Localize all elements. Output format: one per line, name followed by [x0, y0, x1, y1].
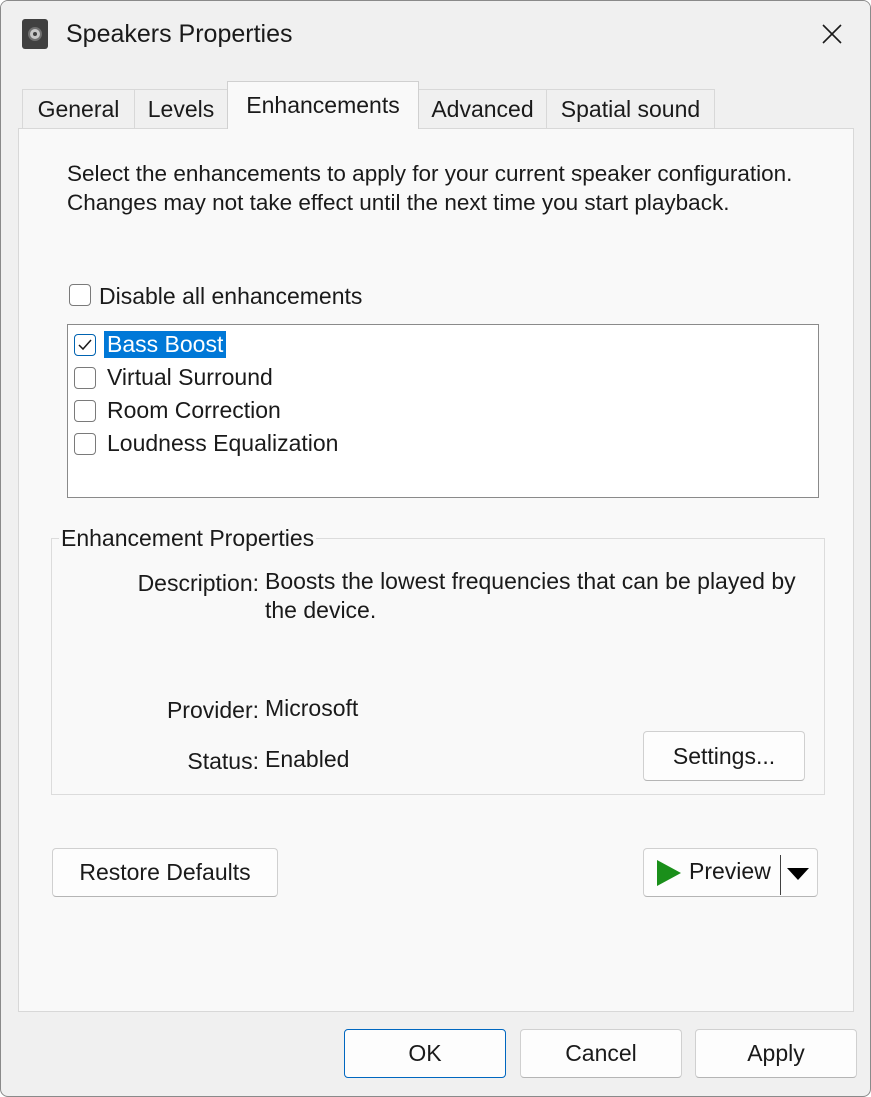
bass-boost-checkbox[interactable] [74, 334, 96, 356]
play-icon [657, 860, 681, 886]
cancel-button[interactable]: Cancel [520, 1029, 682, 1078]
apply-button[interactable]: Apply [695, 1029, 857, 1078]
list-item-loudness-equalization[interactable]: Loudness Equalization [72, 429, 812, 459]
tab-spatial-sound[interactable]: Spatial sound [546, 89, 715, 129]
window-title: Speakers Properties [66, 20, 293, 48]
speaker-icon [22, 19, 48, 49]
enhancements-panel: Select the enhancements to apply for you… [18, 128, 854, 1012]
group-title: Enhancement Properties [59, 525, 317, 552]
ok-button[interactable]: OK [344, 1029, 506, 1078]
tab-levels[interactable]: Levels [134, 89, 228, 129]
virtual-surround-label[interactable]: Virtual Surround [104, 364, 276, 391]
status-value: Enabled [265, 746, 350, 772]
provider-value: Microsoft [265, 695, 359, 721]
list-item-room-correction[interactable]: Room Correction [72, 396, 812, 426]
status-label: Status: [187, 748, 259, 774]
title-bar: Speakers Properties [1, 1, 870, 67]
loudness-equalization-checkbox[interactable] [74, 433, 96, 455]
list-item-bass-boost[interactable]: Bass Boost [72, 330, 812, 360]
tab-enhancements[interactable]: Enhancements [227, 81, 419, 129]
list-item-virtual-surround[interactable]: Virtual Surround [72, 363, 812, 393]
loudness-equalization-label[interactable]: Loudness Equalization [104, 430, 341, 457]
room-correction-label[interactable]: Room Correction [104, 397, 284, 424]
close-icon [822, 24, 842, 44]
room-correction-checkbox[interactable] [74, 400, 96, 422]
bass-boost-label[interactable]: Bass Boost [104, 331, 227, 358]
disable-all-checkbox[interactable] [69, 284, 91, 306]
restore-defaults-button[interactable]: Restore Defaults [52, 848, 278, 897]
tab-general[interactable]: General [22, 89, 135, 129]
preview-split-button[interactable]: Preview [643, 848, 818, 897]
checkmark-icon [78, 339, 92, 351]
description-label: Description: [137, 570, 259, 596]
speakers-properties-dialog: Speakers Properties General Levels Enhan… [0, 0, 871, 1097]
split-divider [780, 855, 781, 895]
settings-button[interactable]: Settings... [643, 731, 805, 781]
disable-all-label[interactable]: Disable all enhancements [99, 283, 362, 310]
enhancements-list[interactable]: Bass Boost Virtual Surround Room Correct… [67, 324, 819, 498]
intro-text: Select the enhancements to apply for you… [67, 161, 793, 215]
description-value: Boosts the lowest frequencies that can b… [265, 568, 796, 623]
tab-advanced[interactable]: Advanced [418, 89, 547, 129]
provider-label: Provider: [166, 697, 259, 723]
preview-label: Preview [689, 858, 771, 884]
triangle-down-icon[interactable] [786, 867, 810, 881]
virtual-surround-checkbox[interactable] [74, 367, 96, 389]
close-button[interactable] [807, 13, 857, 55]
